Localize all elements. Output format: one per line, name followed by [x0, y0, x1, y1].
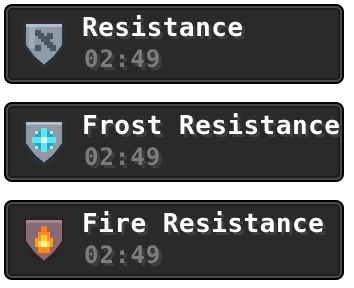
fire-resistance-shield-icon	[20, 214, 68, 268]
resistance-shield-icon	[20, 18, 68, 72]
effect-name: Resistance	[82, 13, 244, 43]
effect-timer: 02:49	[84, 241, 162, 269]
effect-panel-resistance: Resistance 02:49	[4, 4, 344, 84]
effect-timer: 02:49	[84, 45, 162, 73]
effect-name: Frost Resistance	[82, 111, 341, 141]
effect-panel-fire-resistance: Fire Resistance 02:49	[4, 200, 344, 280]
effect-panel-frost-resistance: Frost Resistance 02:49	[4, 102, 344, 182]
status-effect-list: Resistance 02:49 Frost Resistance 02:49 …	[0, 0, 354, 288]
effect-timer: 02:49	[84, 143, 162, 171]
effect-name: Fire Resistance	[82, 209, 325, 239]
frost-resistance-shield-icon	[20, 116, 68, 170]
